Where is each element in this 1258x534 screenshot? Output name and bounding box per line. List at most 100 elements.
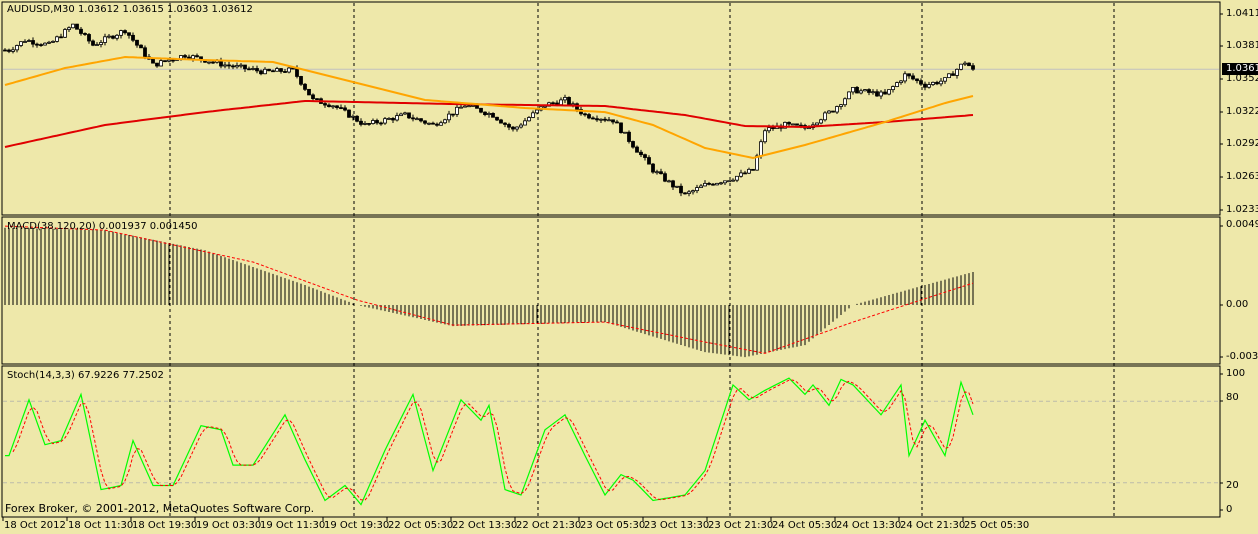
candle [967, 62, 971, 67]
candle [375, 120, 379, 124]
candle [471, 105, 475, 107]
price-axis-label: 1.03220 [1226, 106, 1258, 117]
candle [323, 103, 327, 106]
candle [271, 70, 275, 73]
candle [3, 49, 7, 52]
candle [899, 80, 903, 83]
candle [763, 130, 767, 143]
candle [83, 33, 87, 35]
candle [243, 64, 247, 70]
candle [551, 102, 555, 105]
candle [875, 91, 879, 97]
candle [723, 180, 727, 184]
candle [507, 124, 511, 128]
candle [419, 118, 423, 122]
candle [883, 91, 887, 95]
candle [343, 107, 347, 111]
candle [871, 91, 875, 94]
candle [335, 105, 339, 108]
candle [939, 80, 943, 85]
candle [759, 141, 763, 157]
candle [359, 120, 363, 125]
candle [211, 61, 215, 64]
candle [295, 67, 299, 77]
candle [679, 185, 683, 194]
candle [307, 88, 311, 96]
time-axis-label: 23 Oct 05:30 [580, 520, 646, 531]
macd-axis-label: 0.00490 [1226, 219, 1258, 230]
candle [247, 68, 251, 71]
candle [503, 122, 507, 125]
candle [79, 28, 83, 34]
candle [95, 44, 99, 46]
candle [747, 168, 751, 174]
candle [251, 68, 255, 70]
candle [879, 91, 883, 97]
candle [903, 73, 907, 82]
candle [207, 61, 211, 64]
candle [435, 123, 439, 126]
candle [675, 185, 679, 188]
time-axis-label: 18 Oct 11:30 [68, 520, 134, 531]
candle [523, 120, 527, 126]
candle [915, 78, 919, 82]
candle [331, 105, 335, 108]
time-axis-label: 23 Oct 21:30 [708, 520, 774, 531]
candle [415, 118, 419, 121]
candle [75, 23, 79, 30]
candle [867, 89, 871, 93]
candle [959, 63, 963, 70]
candle [787, 121, 791, 125]
stoch-signal-line [12, 379, 974, 501]
candle [47, 41, 51, 44]
candle [63, 29, 67, 38]
candle [815, 122, 819, 126]
candle [911, 75, 915, 80]
candle [259, 70, 263, 75]
chart-window[interactable]: AUDUSD,M30 1.03612 1.03615 1.03603 1.036… [0, 0, 1258, 534]
candle [51, 40, 55, 43]
time-axis-label: 24 Oct 21:30 [900, 520, 966, 531]
candle [7, 49, 11, 52]
candle [23, 41, 27, 43]
stoch-title: Stoch(14,3,3) 67.9226 77.2502 [7, 370, 164, 381]
candle [515, 126, 519, 130]
candle [35, 43, 39, 46]
candle [623, 131, 627, 134]
candle [767, 127, 771, 132]
candle [103, 36, 107, 43]
candle [19, 41, 23, 46]
candle [475, 105, 479, 109]
candle [299, 76, 303, 85]
candle [771, 127, 775, 129]
candle [587, 114, 591, 119]
main-chart-title: AUDUSD,M30 1.03612 1.03615 1.03603 1.036… [7, 4, 253, 15]
candle [835, 106, 839, 113]
candle [683, 192, 687, 195]
time-axis-label: 22 Oct 13:30 [452, 520, 518, 531]
candle [931, 81, 935, 85]
candle [655, 171, 659, 174]
candle [751, 168, 755, 171]
candle [427, 122, 431, 125]
candle [451, 113, 455, 116]
candle [455, 106, 459, 115]
chart-canvas[interactable] [0, 0, 1258, 534]
time-axis-label: 23 Oct 13:30 [644, 520, 710, 531]
candle [491, 113, 495, 118]
candle [407, 112, 411, 119]
candle [659, 171, 663, 175]
candle [631, 141, 635, 148]
candle [895, 82, 899, 87]
candle [743, 172, 747, 175]
candle [67, 27, 71, 30]
candle [927, 84, 931, 88]
candle [159, 60, 163, 67]
candle [711, 183, 715, 186]
candle [971, 65, 975, 70]
candle [651, 163, 655, 173]
pane-border [1, 1, 1221, 216]
candle [951, 73, 955, 76]
macd-title: MACD(38,120,20) 0.001937 0.001450 [7, 221, 198, 232]
candle [671, 180, 675, 188]
